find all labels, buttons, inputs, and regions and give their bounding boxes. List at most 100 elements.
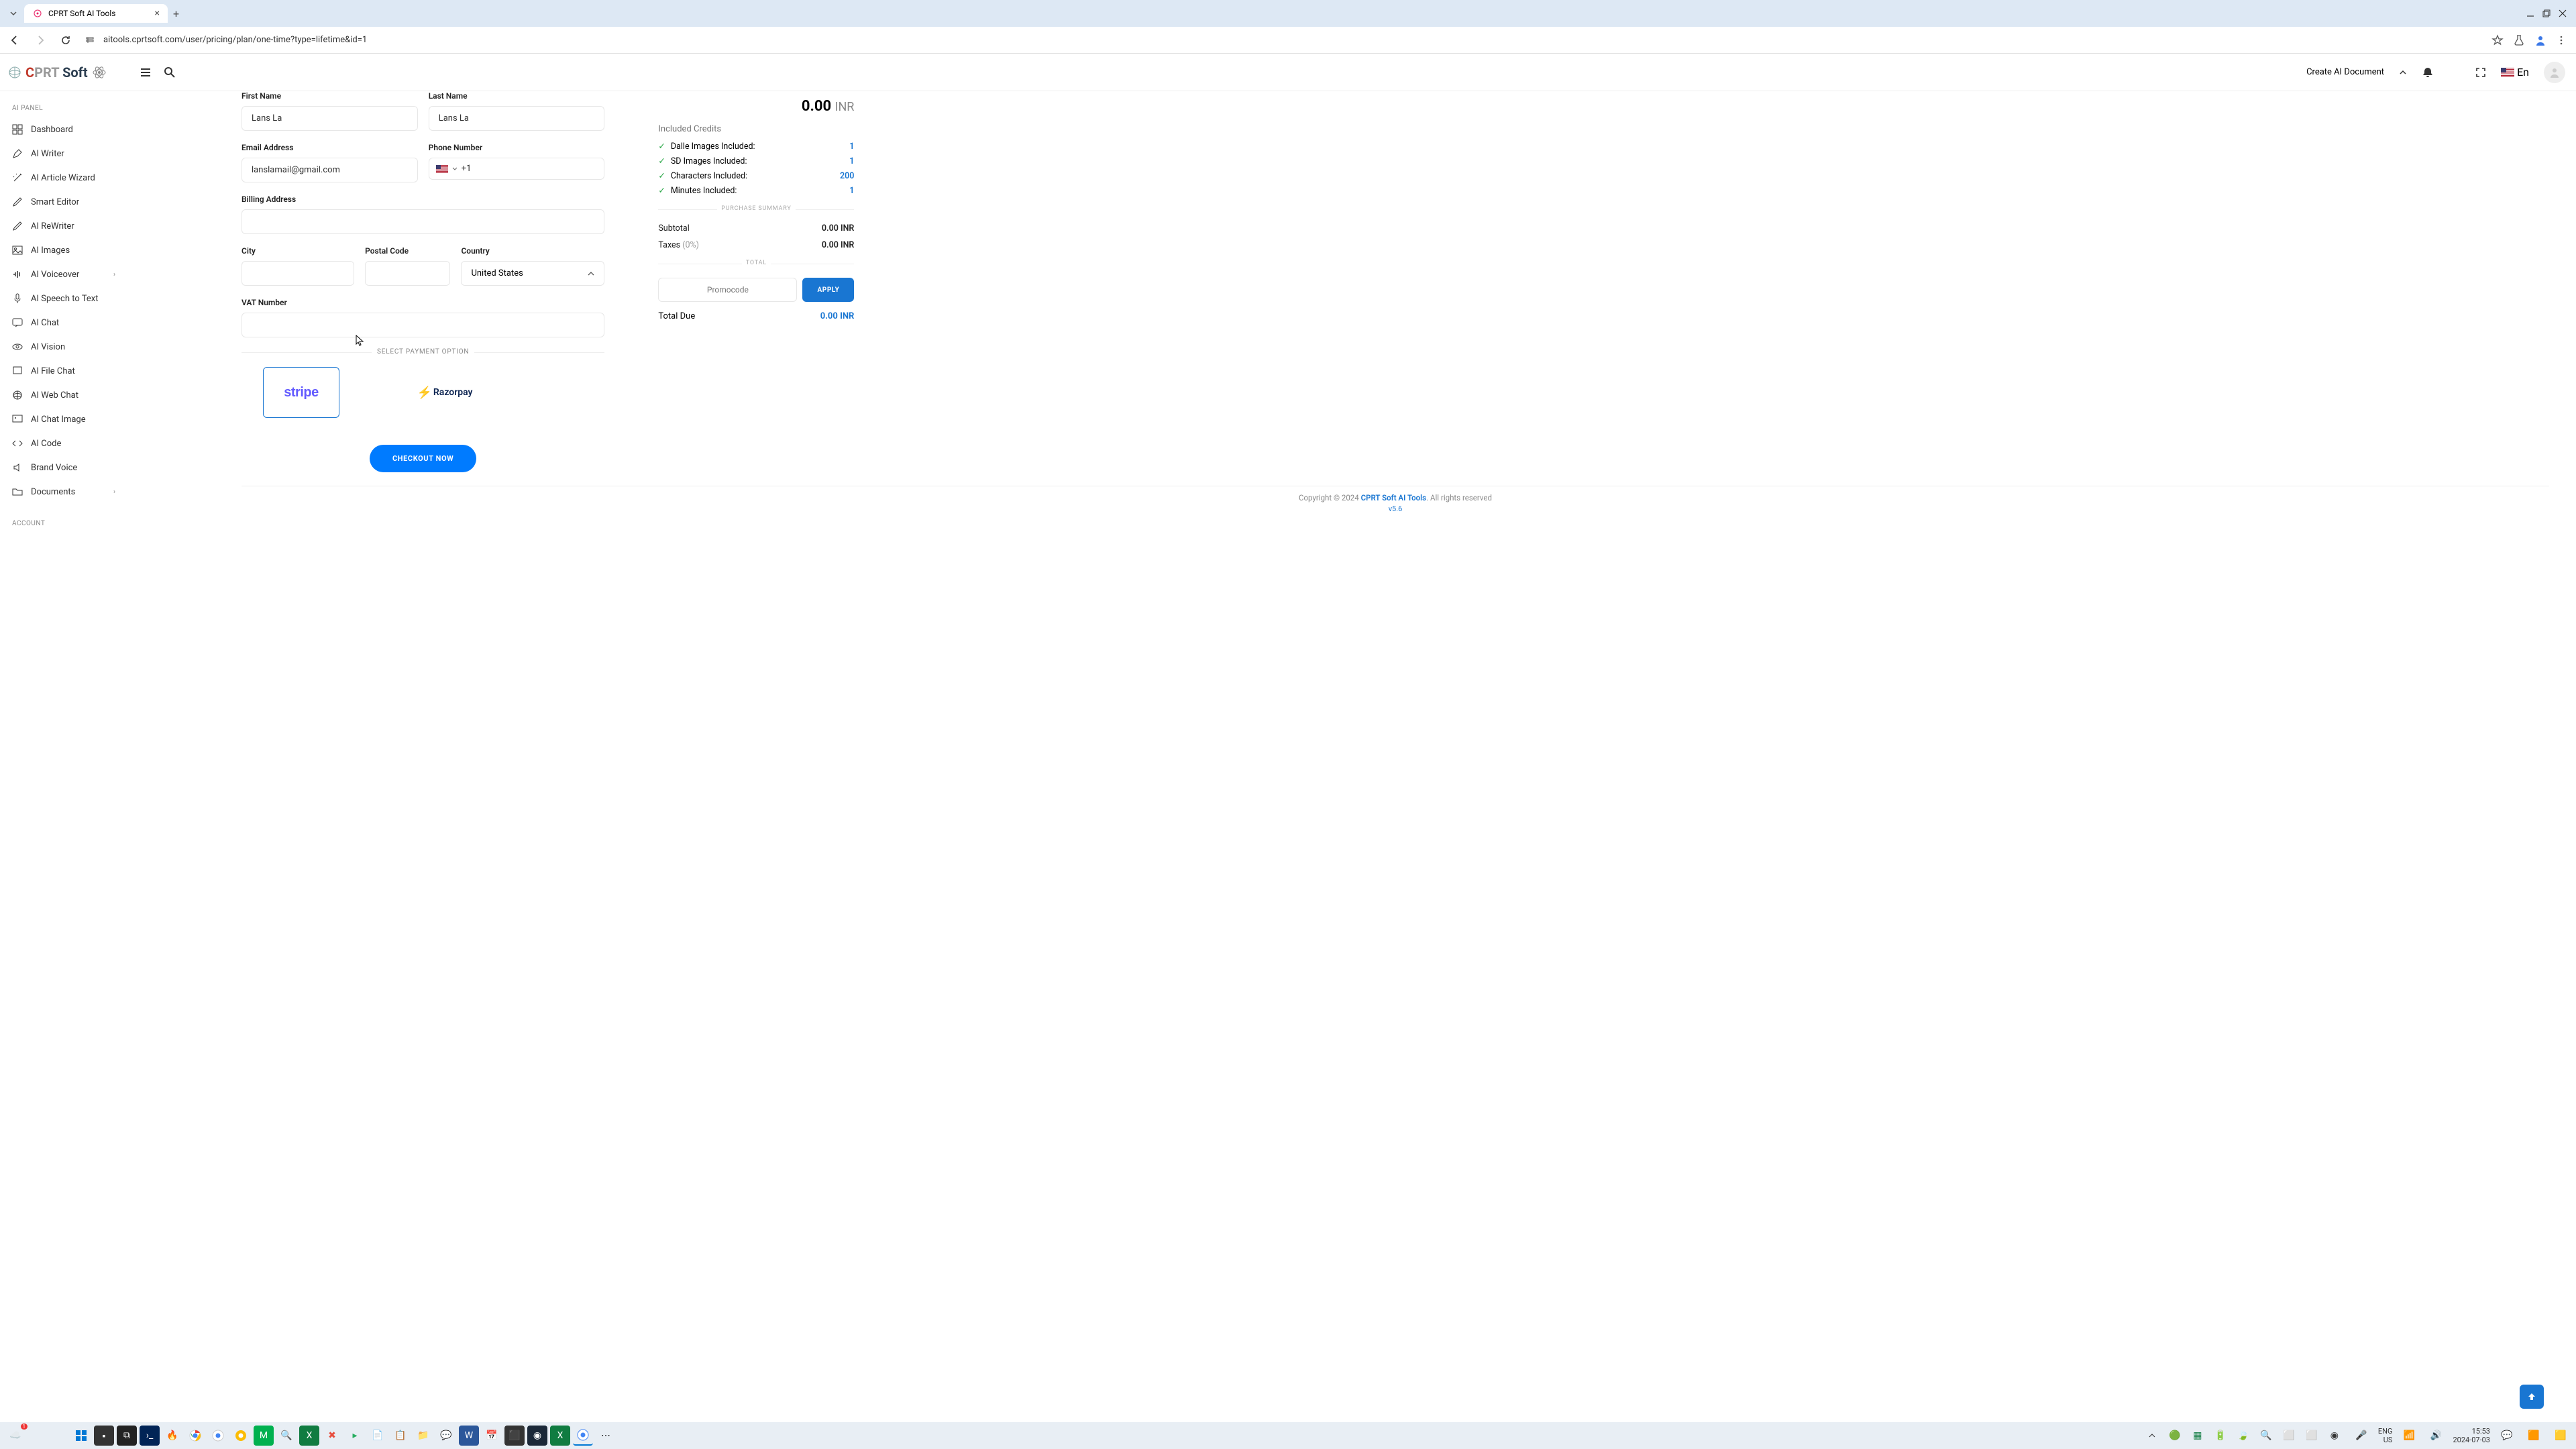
taskbar-tray-icon[interactable]: ⬜ — [2302, 1426, 2322, 1446]
taskbar-notification-icon[interactable]: 💬 — [2497, 1426, 2517, 1446]
sidebar-item-ai-writer[interactable]: AI Writer — [0, 142, 127, 166]
sidebar-item-speech[interactable]: AI Speech to Text — [0, 286, 127, 311]
taskbar-chrome-beta-icon[interactable] — [208, 1426, 228, 1446]
taskbar-notepad-icon[interactable]: 📄 — [368, 1426, 388, 1446]
taskbar-app-icon[interactable]: ✖ — [322, 1426, 342, 1446]
sidebar-item-smart-editor[interactable]: Smart Editor — [0, 190, 127, 214]
sidebar-item-chat-image[interactable]: AI Chat Image — [0, 407, 127, 431]
labs-icon[interactable] — [2513, 34, 2525, 46]
sidebar-toggle-icon[interactable] — [140, 66, 152, 78]
taskbar-chrome-icon[interactable] — [185, 1426, 205, 1446]
taskbar-network-icon[interactable]: 📶 — [2399, 1426, 2419, 1446]
taskbar-tray-icon[interactable]: 🟧 — [2524, 1426, 2544, 1446]
vat-input[interactable] — [241, 313, 604, 337]
taskbar-clock[interactable]: 15:532024-07-03 — [2453, 1427, 2490, 1444]
tab-close-icon[interactable]: × — [154, 8, 159, 19]
taskbar-app-icon[interactable]: ▸ — [345, 1426, 365, 1446]
taskbar-start-icon[interactable] — [71, 1426, 91, 1446]
language-selector[interactable]: En — [2501, 66, 2529, 78]
taskbar-app-icon[interactable]: 💬 — [436, 1426, 456, 1446]
taskbar-tray-icon[interactable]: 🟨 — [2551, 1426, 2571, 1446]
email-input[interactable] — [241, 158, 418, 182]
scroll-to-top-button[interactable] — [2520, 1385, 2544, 1409]
address-bar[interactable]: aitools.cprtsoft.com/user/pricing/plan/o… — [82, 32, 2485, 48]
country-select[interactable]: United States — [461, 261, 604, 286]
taskbar-everything-icon[interactable]: 🔍 — [276, 1426, 297, 1446]
phone-input[interactable]: +1 — [429, 158, 605, 180]
taskbar-calendar-icon[interactable]: 📅 — [482, 1426, 502, 1446]
logo[interactable]: CPRT Soft — [0, 64, 127, 80]
notifications-icon[interactable] — [2422, 66, 2434, 78]
menu-icon[interactable] — [2556, 35, 2567, 46]
taskbar-app-icon[interactable]: M — [254, 1426, 274, 1446]
profile-icon[interactable] — [2534, 34, 2546, 46]
sidebar-item-article-wizard[interactable]: AI Article Wizard — [0, 166, 127, 190]
checkout-button[interactable]: CHECKOUT NOW — [370, 445, 476, 472]
taskbar-steam-tray-icon[interactable]: ◉ — [2324, 1426, 2345, 1446]
taskbar-language[interactable]: ENGUS — [2378, 1427, 2393, 1444]
first-name-input[interactable] — [241, 106, 418, 131]
taskbar-tray-icon[interactable]: 🔍 — [2256, 1426, 2276, 1446]
sidebar-item-dashboard[interactable]: Dashboard — [0, 117, 127, 142]
taskbar-mic-icon[interactable]: 🎤 — [2351, 1426, 2371, 1446]
taskbar-overflow-icon[interactable]: ⋯ — [596, 1426, 616, 1446]
browser-tab[interactable]: CPRT Soft AI Tools × — [24, 4, 168, 23]
sidebar-item-images[interactable]: AI Images — [0, 238, 127, 262]
taskbar-steam-icon[interactable]: ◉ — [527, 1426, 547, 1446]
sidebar-item-chat[interactable]: AI Chat — [0, 311, 127, 335]
taskbar-app-icon[interactable]: ⬛ — [504, 1426, 525, 1446]
dark-mode-icon[interactable] — [2449, 66, 2461, 78]
promocode-input[interactable] — [658, 278, 797, 302]
user-avatar[interactable] — [2544, 62, 2565, 83]
taskbar-terminal-icon[interactable]: ⧉ — [117, 1426, 137, 1446]
tab-search-dropdown[interactable] — [5, 5, 21, 21]
forward-button[interactable] — [31, 31, 50, 50]
sidebar-item-web-chat[interactable]: AI Web Chat — [0, 383, 127, 407]
window-close-icon[interactable] — [2559, 9, 2567, 17]
payment-option-razorpay[interactable]: ⚡Razorpay — [407, 367, 483, 418]
city-input[interactable] — [241, 261, 354, 286]
postal-input[interactable] — [365, 261, 450, 286]
taskbar-excel-icon[interactable]: X — [550, 1426, 570, 1446]
payment-option-stripe[interactable]: stripe — [263, 367, 339, 418]
bookmark-icon[interactable] — [2491, 34, 2504, 46]
taskbar-app-icon[interactable]: 📋 — [390, 1426, 411, 1446]
sidebar-item-vision[interactable]: AI Vision — [0, 335, 127, 359]
reload-button[interactable] — [56, 31, 75, 50]
sidebar-item-code[interactable]: AI Code — [0, 431, 127, 455]
sidebar-item-voiceover[interactable]: AI Voiceover› — [0, 262, 127, 286]
window-restore-icon[interactable] — [2542, 9, 2551, 17]
taskbar-app-icon[interactable]: 🔥 — [162, 1426, 182, 1446]
fullscreen-icon[interactable] — [2475, 67, 2486, 78]
back-button[interactable] — [5, 31, 24, 50]
taskbar-tray-icon[interactable]: 🔋 — [2210, 1426, 2231, 1446]
taskbar-chrome-active-icon[interactable] — [573, 1426, 593, 1446]
taskbar-app-icon[interactable]: ▪ — [94, 1426, 114, 1446]
sidebar-item-documents[interactable]: Documents› — [0, 480, 127, 504]
taskbar-word-icon[interactable]: W — [459, 1426, 479, 1446]
sidebar-item-brand-voice[interactable]: Brand Voice — [0, 455, 127, 480]
site-info-icon[interactable] — [82, 32, 98, 48]
chevron-up-icon[interactable] — [2399, 68, 2407, 76]
new-tab-button[interactable]: + — [168, 5, 184, 23]
taskbar-chrome-canary-icon[interactable] — [231, 1426, 251, 1446]
apply-button[interactable]: APPLY — [802, 278, 854, 302]
taskbar-excel-icon[interactable]: X — [299, 1426, 319, 1446]
footer-brand-link[interactable]: CPRT Soft AI Tools — [1361, 493, 1427, 502]
window-minimize-icon[interactable] — [2526, 9, 2534, 17]
sidebar-item-file-chat[interactable]: AI File Chat — [0, 359, 127, 383]
taskbar-weather-icon[interactable]: ☁️1 — [5, 1426, 25, 1446]
search-icon[interactable] — [164, 66, 176, 78]
create-ai-document-link[interactable]: Create AI Document — [2306, 67, 2384, 77]
sidebar-item-rewriter[interactable]: AI ReWriter — [0, 214, 127, 238]
taskbar-tray-chevron-icon[interactable] — [2142, 1426, 2162, 1446]
taskbar-explorer-icon[interactable]: 📁 — [413, 1426, 433, 1446]
taskbar-volume-icon[interactable]: 🔊 — [2426, 1426, 2446, 1446]
taskbar-tray-icon[interactable]: 🍃 — [2233, 1426, 2253, 1446]
taskbar-tray-icon[interactable]: 🟢 — [2165, 1426, 2185, 1446]
taskbar-powershell-icon[interactable]: ›_ — [140, 1426, 160, 1446]
last-name-input[interactable] — [429, 106, 605, 131]
taskbar-tray-icon[interactable]: ▦ — [2188, 1426, 2208, 1446]
billing-input[interactable] — [241, 209, 604, 234]
taskbar-tray-icon[interactable]: ⬜ — [2279, 1426, 2299, 1446]
